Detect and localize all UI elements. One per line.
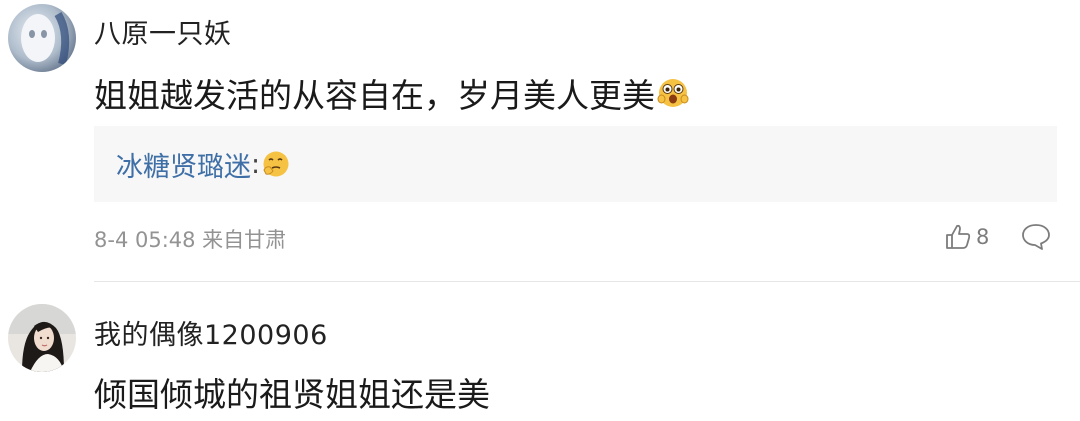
ghost-face-avatar-icon (8, 4, 76, 72)
reply-username[interactable]: 冰糖贤璐迷 (116, 145, 251, 184)
comment-meta: 8-4 05:48 来自甘肃 (94, 228, 287, 252)
user-avatar[interactable] (8, 4, 76, 72)
comment-username[interactable]: 我的偶像1200906 (94, 313, 328, 352)
woman-portrait-avatar-icon (8, 304, 76, 372)
comment-username[interactable]: 八原一只妖 (94, 12, 232, 51)
reply-preview[interactable]: 冰糖贤璐迷 : (94, 126, 1057, 202)
thinking-face-emoji-icon (263, 151, 289, 177)
comment-text: 姐姐越发活的从容自在，岁月美人更美 (94, 69, 689, 117)
comment-bubble-icon (1022, 224, 1050, 250)
reply-colon: : (251, 148, 261, 180)
shocked-face-emoji-icon (657, 79, 689, 107)
reply-button[interactable] (1020, 222, 1052, 252)
comment-text-content: 倾国倾城的祖贤姐姐还是美 (94, 375, 490, 414)
comment-text: 倾国倾城的祖贤姐姐还是美 (94, 368, 490, 416)
comment-item: 我的偶像1200906 倾国倾城的祖贤姐姐还是美 (0, 282, 1080, 421)
like-count: 8 (976, 225, 990, 249)
comment-text-content: 姐姐越发活的从容自在，岁月美人更美 (94, 76, 655, 115)
user-avatar[interactable] (8, 304, 76, 372)
thumbs-up-icon (946, 224, 971, 249)
like-button[interactable]: 8 (944, 220, 989, 254)
comment-item: 八原一只妖 姐姐越发活的从容自在，岁月美人更美 冰糖贤璐迷 : 8-4 05:4… (0, 0, 1080, 281)
